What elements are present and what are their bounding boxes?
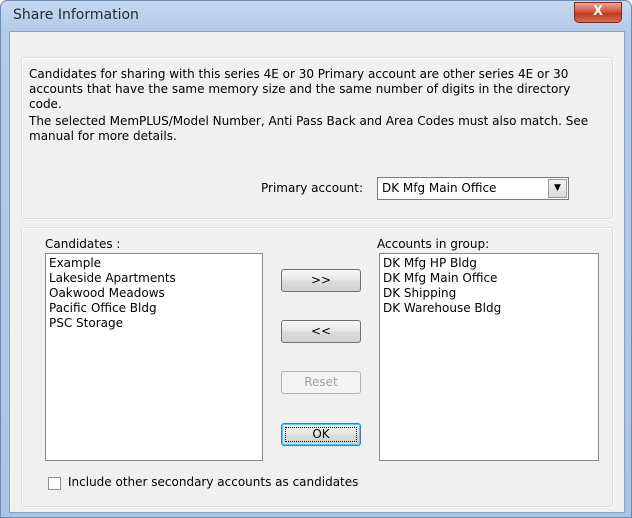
description-text: Candidates for sharing with this series … [29, 67, 604, 146]
list-item[interactable]: DK Warehouse Bldg [383, 301, 595, 316]
chevron-down-icon[interactable]: ▼ [548, 179, 567, 198]
primary-account-label: Primary account: [261, 181, 364, 195]
list-item[interactable]: Example [49, 256, 259, 271]
list-item[interactable]: DK Mfg HP Bldg [383, 256, 595, 271]
primary-account-dropdown[interactable]: DK Mfg Main Office ▼ [377, 177, 569, 200]
remove-from-group-button[interactable]: << [281, 320, 361, 343]
candidates-label: Candidates : [45, 237, 121, 251]
reset-button[interactable]: Reset [281, 371, 361, 394]
include-secondary-label: Include other secondary accounts as cand… [68, 475, 359, 489]
close-icon: X [592, 4, 604, 19]
accounts-in-group-label: Accounts in group: [377, 237, 490, 251]
window-title: Share Information [13, 7, 139, 23]
list-item[interactable]: DK Mfg Main Office [383, 271, 595, 286]
focus-rectangle [285, 427, 357, 442]
primary-account-value: DK Mfg Main Office [382, 181, 497, 195]
description-paragraph-2: The selected MemPLUS/Model Number, Anti … [29, 114, 589, 143]
list-item[interactable]: Oakwood Meadows [49, 286, 259, 301]
close-button[interactable]: X [574, 2, 622, 23]
candidates-listbox[interactable]: Example Lakeside Apartments Oakwood Mead… [45, 253, 263, 461]
accounts-in-group-listbox[interactable]: DK Mfg HP Bldg DK Mfg Main Office DK Shi… [379, 253, 599, 461]
list-item[interactable]: PSC Storage [49, 316, 259, 331]
list-item[interactable]: Pacific Office Bldg [49, 301, 259, 316]
title-bar[interactable]: Share Information X [1, 1, 631, 33]
list-item[interactable]: Lakeside Apartments [49, 271, 259, 286]
ok-button[interactable]: OK [281, 423, 361, 446]
list-item[interactable]: DK Shipping [383, 286, 595, 301]
add-to-group-button[interactable]: >> [281, 269, 361, 292]
description-paragraph-1: Candidates for sharing with this series … [29, 67, 571, 111]
include-secondary-checkbox[interactable] [48, 477, 61, 490]
share-information-window: Share Information X Candidates for shari… [0, 0, 632, 518]
